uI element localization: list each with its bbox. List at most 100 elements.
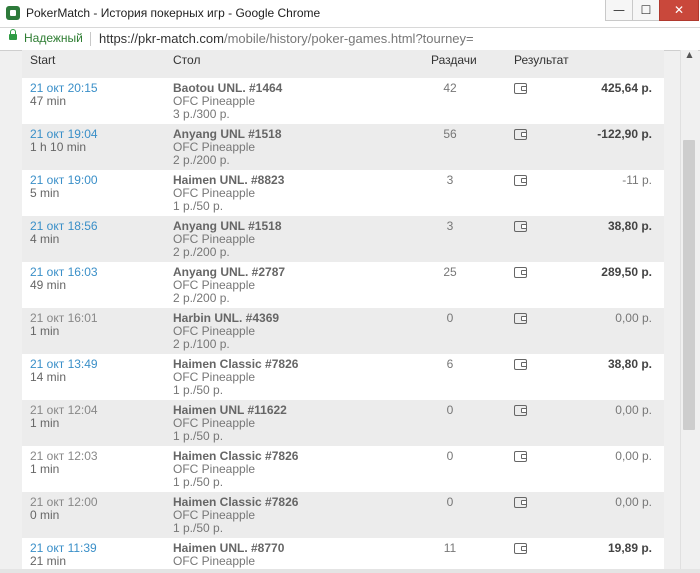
secure-label[interactable]: Надежный	[24, 31, 83, 45]
app-icon	[6, 6, 20, 20]
table-row[interactable]: 21 окт 12:03 1 min Haimen Classic #7826 OFC…	[22, 446, 664, 492]
game-date-link[interactable]: 21 окт 18:56	[30, 220, 98, 232]
game-date-link[interactable]: 21 окт 16:03	[30, 266, 98, 278]
minimize-button[interactable]: —	[605, 0, 633, 21]
game-result: 425,64 р.	[601, 81, 652, 95]
url-host: https://pkr-match.com	[99, 31, 224, 46]
game-result: -11 р.	[622, 173, 652, 187]
header-start: Start	[30, 53, 56, 67]
game-type: OFC Pineapple	[173, 508, 256, 522]
game-date-link[interactable]: 21 окт 20:15	[30, 82, 98, 94]
game-duration: 49 min	[30, 278, 67, 292]
game-type: OFC Pineapple	[173, 554, 256, 568]
game-duration: 47 min	[30, 94, 67, 108]
table-row[interactable]: 21 окт 12:00 0 min Haimen Classic #7826 OFC…	[22, 492, 664, 538]
game-date-link: 21 окт 12:00	[30, 495, 98, 509]
wallet-icon[interactable]	[514, 359, 527, 370]
table-row[interactable]: 21 окт 16:03 49 min Anyang UNL. #2787 OFC P…	[22, 262, 664, 308]
table-name: Haimen UNL. #8823	[173, 173, 285, 187]
hands-count: 42	[443, 81, 457, 95]
wallet-icon[interactable]	[514, 175, 527, 186]
history-table: Start Стол Раздачи Результат 21 окт 20:1…	[22, 50, 664, 569]
game-duration: 0 min	[30, 508, 60, 522]
table-row[interactable]: 21 окт 13:49 14 min Haimen Classic #7826 OF…	[22, 354, 664, 400]
table-row[interactable]: 21 окт 11:39 21 min Haimen UNL. #8770 OFC P…	[22, 538, 664, 569]
game-result: 38,80 р.	[607, 357, 652, 371]
wallet-icon[interactable]	[514, 313, 527, 324]
game-duration: 5 min	[30, 186, 60, 200]
close-button[interactable]: ✕	[659, 0, 699, 21]
url-field[interactable]: https://pkr-match.com/mobile/history/pok…	[99, 31, 474, 46]
hands-count: 3	[446, 219, 454, 233]
game-type: OFC Pineapple	[173, 186, 256, 200]
table-name: Haimen Classic #7826	[173, 495, 299, 509]
game-duration: 1 min	[30, 462, 60, 476]
lock-icon[interactable]	[9, 29, 17, 40]
game-result: 289,50 р.	[601, 265, 652, 279]
game-stakes: 1 р./50 р.	[173, 521, 224, 535]
game-date-link: 21 окт 12:03	[30, 449, 98, 463]
header-table: Стол	[173, 53, 201, 67]
wallet-icon[interactable]	[514, 83, 527, 94]
game-duration: 14 min	[30, 370, 67, 384]
table-name: Harbin UNL. #4369	[173, 311, 280, 325]
game-result: -122,90 р.	[597, 127, 652, 141]
window-title: PokerMatch - История покерных игр - Goog…	[26, 6, 321, 20]
scroll-thumb[interactable]	[683, 140, 695, 430]
table-name: Haimen Classic #7826	[173, 449, 299, 463]
game-duration: 1 h 10 min	[30, 140, 87, 154]
table-row[interactable]: 21 окт 20:15 47 min Baotou UNL. #1464 OFC P…	[22, 78, 664, 124]
scrollbar[interactable]: ▲	[680, 50, 698, 569]
game-date-link[interactable]: 21 окт 19:04	[30, 128, 98, 140]
table-row[interactable]: 21 окт 12:04 1 min Haimen UNL #11622 OFC Pi…	[22, 400, 664, 446]
game-stakes: 1 р./50 р.	[173, 475, 224, 489]
window-bottom-border	[0, 569, 700, 573]
table-name: Anyang UNL #1518	[173, 219, 282, 233]
address-bar[interactable]: Надежный https://pkr-match.com/mobile/hi…	[0, 28, 700, 51]
game-stakes: 3 р./300 р.	[173, 107, 230, 121]
wallet-icon[interactable]	[514, 221, 527, 232]
hands-count: 3	[446, 173, 454, 187]
table-row[interactable]: 21 окт 19:04 1 h 10 min Anyang UNL #1518 OF…	[22, 124, 664, 170]
hands-count: 6	[446, 357, 454, 371]
header-result: Результат	[514, 53, 569, 67]
scroll-up-arrow-icon[interactable]: ▲	[681, 50, 698, 64]
table-name: Baotou UNL. #1464	[173, 81, 283, 95]
hands-count: 25	[443, 265, 457, 279]
game-type: OFC Pineapple	[173, 416, 256, 430]
game-stakes: 2 р./200 р.	[173, 153, 230, 167]
game-stakes: 1 р./50 р.	[173, 383, 224, 397]
game-type: OFC Pineapple	[173, 324, 256, 338]
wallet-icon[interactable]	[514, 267, 527, 278]
hands-count: 11	[443, 541, 457, 555]
game-duration: 1 min	[30, 324, 60, 338]
hands-count: 0	[446, 403, 454, 417]
game-stakes: 2 р./200 р.	[173, 245, 230, 259]
game-date-link: 21 окт 16:01	[30, 311, 98, 325]
wallet-icon[interactable]	[514, 405, 527, 416]
wallet-icon[interactable]	[514, 129, 527, 140]
header-hands: Раздачи	[431, 53, 477, 67]
game-date-link[interactable]: 21 окт 13:49	[30, 358, 98, 370]
game-stakes: 2 р./100 р.	[173, 337, 230, 351]
game-type: OFC Pineapple	[173, 94, 256, 108]
address-separator	[90, 32, 91, 46]
game-result: 0,00 р.	[615, 495, 652, 509]
game-result: 19,89 р.	[607, 541, 652, 555]
game-type: OFC Pineapple	[173, 462, 256, 476]
table-row[interactable]: 21 окт 19:00 5 min Haimen UNL. #8823 OFC Pi…	[22, 170, 664, 216]
wallet-icon[interactable]	[514, 543, 527, 554]
wallet-icon[interactable]	[514, 451, 527, 462]
title-bar: PokerMatch - История покерных игр - Goog…	[0, 0, 700, 28]
wallet-icon[interactable]	[514, 497, 527, 508]
game-date-link[interactable]: 21 окт 11:39	[30, 542, 97, 554]
game-stakes: 1 р./50 р.	[173, 429, 224, 443]
game-duration: 21 min	[30, 554, 67, 568]
table-name: Anyang UNL. #2787	[173, 265, 286, 279]
table-name: Haimen UNL #11622	[173, 403, 287, 417]
maximize-button[interactable]: ☐	[632, 0, 660, 21]
table-row[interactable]: 21 окт 16:01 1 min Harbin UNL. #4369 OFC Pi…	[22, 308, 664, 354]
game-date-link: 21 окт 12:04	[30, 403, 98, 417]
table-row[interactable]: 21 окт 18:56 4 min Anyang UNL #1518 OFC Pin…	[22, 216, 664, 262]
game-date-link[interactable]: 21 окт 19:00	[30, 174, 98, 186]
